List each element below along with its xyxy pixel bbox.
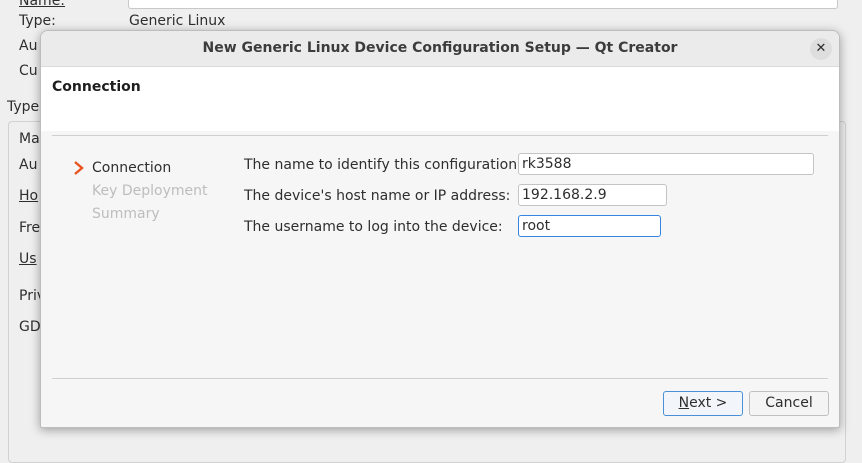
username-input[interactable] [518, 215, 661, 237]
config-name-label: The name to identify this configuration: [244, 157, 522, 173]
bg-label-free: Fre [19, 220, 41, 236]
host-label: The device's host name or IP address: [244, 188, 511, 204]
dialog-title: New Generic Linux Device Configuration S… [202, 40, 678, 56]
close-icon[interactable]: ✕ [810, 38, 832, 60]
wizard-header: Connection [41, 67, 839, 131]
step-summary: Summary [73, 206, 207, 229]
bg-type-value: Generic Linux [129, 13, 226, 29]
wizard-steps: Connection Key Deployment Summary [73, 160, 207, 229]
step-label: Summary [92, 206, 160, 222]
step-key-deployment: Key Deployment [73, 183, 207, 206]
host-input[interactable] [518, 184, 667, 206]
bg-label-name: Name: [19, 0, 66, 9]
bg-group-title: Type [7, 99, 40, 115]
bg-label-user: Us [19, 251, 37, 267]
dialog-titlebar[interactable]: New Generic Linux Device Configuration S… [41, 31, 839, 67]
bg-label-current: Cu [19, 63, 38, 79]
step-label: Key Deployment [92, 183, 208, 199]
config-name-input[interactable] [518, 153, 814, 175]
bg-label-ma: Ma [19, 131, 40, 147]
cancel-button[interactable]: Cancel [749, 391, 829, 416]
step-label: Connection [92, 160, 172, 176]
setup-wizard-dialog: New Generic Linux Device Configuration S… [40, 30, 840, 428]
bg-label-type: Type: [19, 13, 56, 29]
bg-label-auto: Au [19, 38, 38, 54]
header-divider [52, 135, 828, 136]
bg-label-au: Au [19, 157, 38, 173]
username-label: The username to log into the device: [244, 219, 503, 235]
current-step-arrow-icon [74, 161, 84, 175]
bg-name-field[interactable] [128, 0, 838, 9]
next-button[interactable]: Next > [663, 391, 743, 416]
page-title: Connection [52, 79, 141, 95]
bg-label-host: Ho [19, 188, 39, 204]
footer-divider [52, 378, 828, 379]
step-connection: Connection [73, 160, 207, 183]
bg-label-gdb: GD [19, 319, 41, 335]
